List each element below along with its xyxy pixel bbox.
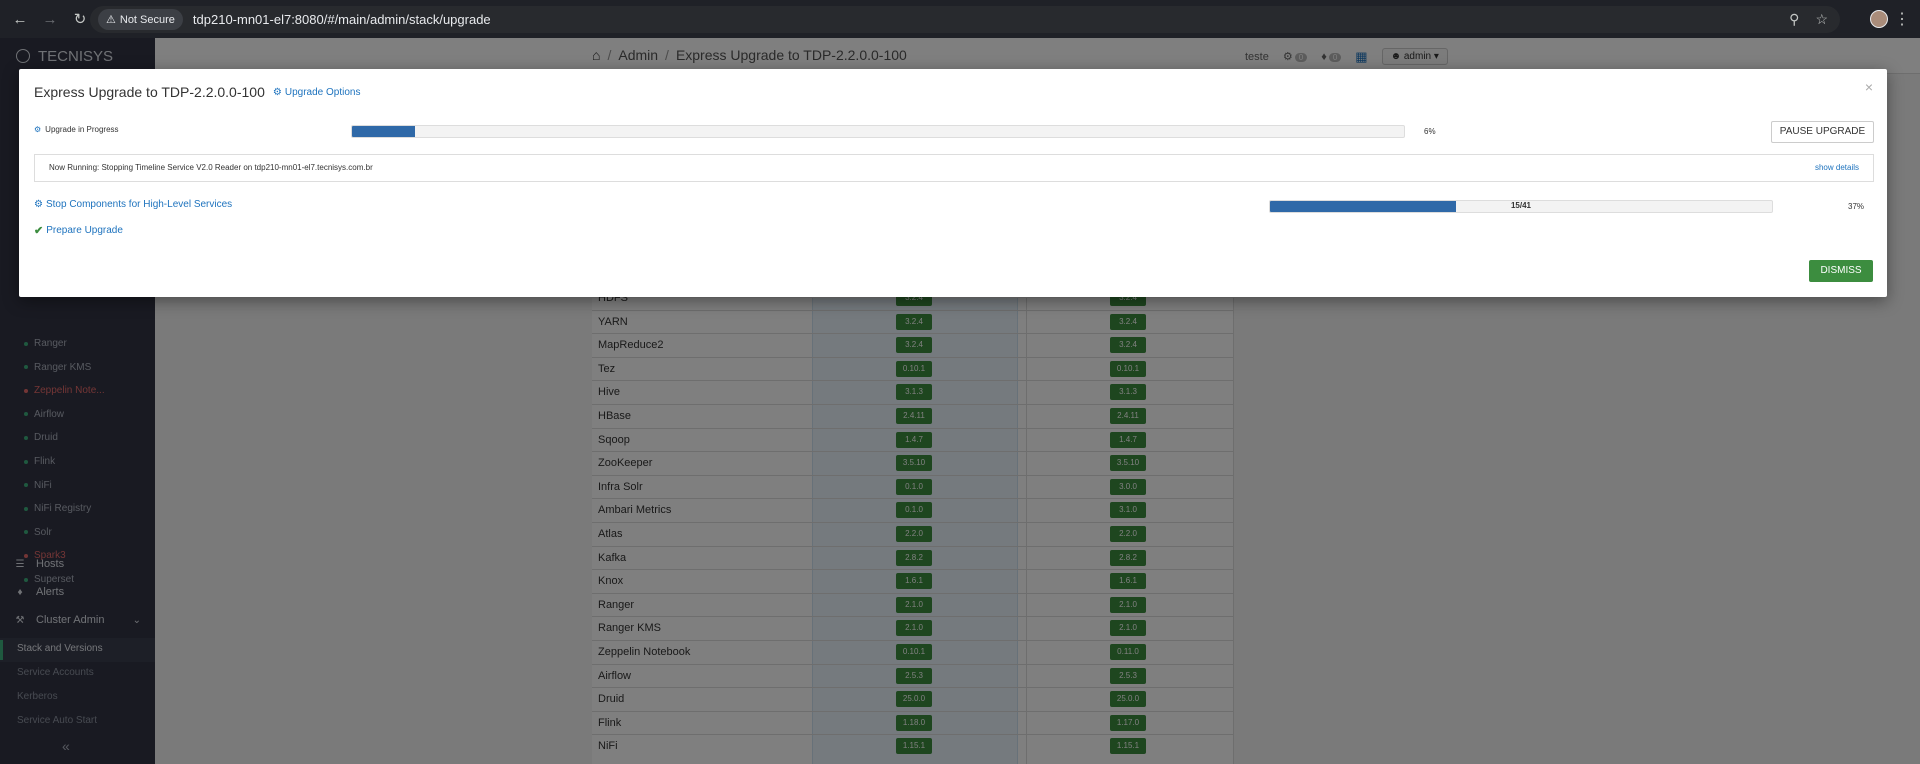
overall-progress-percent: 6% (1424, 127, 1436, 136)
browser-toolbar: ← → ↻ ⚠ Not Secure tdp210-mn01-el7:8080/… (0, 0, 1920, 38)
forward-icon[interactable]: → (40, 9, 60, 29)
now-running-box: Now Running: Stopping Timeline Service V… (34, 154, 1874, 182)
back-icon[interactable]: ← (10, 9, 30, 29)
upgrade-status: ⚙ Upgrade in Progress (34, 125, 119, 134)
upgrade-modal: Express Upgrade to TDP-2.2.0.0-100 ⚙ Upg… (19, 69, 1887, 297)
gears-icon: ⚙ (34, 199, 43, 210)
overall-progress-bar (351, 125, 1405, 138)
zoom-icon[interactable]: ⚲ (1789, 11, 1799, 28)
profile-avatar[interactable] (1870, 10, 1888, 28)
pause-upgrade-button[interactable]: PAUSE UPGRADE (1771, 121, 1874, 143)
warning-icon: ⚠ (106, 14, 116, 26)
url-text[interactable]: tdp210-mn01-el7:8080/#/main/admin/stack/… (193, 12, 491, 27)
upgrade-options-link[interactable]: ⚙ Upgrade Options (273, 87, 361, 98)
overall-progress-fill (352, 126, 416, 137)
reload-icon[interactable]: ↻ (70, 9, 90, 29)
completed-task-link[interactable]: ✔ Prepare Upgrade (34, 224, 123, 237)
gears-icon: ⚙ (272, 86, 282, 98)
security-chip[interactable]: ⚠ Not Secure (98, 9, 183, 30)
modal-title: Express Upgrade to TDP-2.2.0.0-100 ⚙ Upg… (34, 84, 361, 100)
address-bar[interactable]: ⚠ Not Secure tdp210-mn01-el7:8080/#/main… (90, 6, 1840, 33)
dismiss-button[interactable]: DISMISS (1809, 260, 1873, 282)
gears-icon: ⚙ (34, 125, 42, 134)
show-details-link[interactable]: show details (1815, 163, 1859, 172)
task-progress-count: 15/41 (1510, 201, 1532, 210)
close-icon[interactable]: × (1865, 79, 1873, 95)
task-progress-percent: 37% (1848, 202, 1865, 211)
checkmark-icon: ✔ (34, 225, 44, 237)
current-task-link[interactable]: ⚙ Stop Components for High-Level Service… (34, 199, 232, 210)
browser-menu-icon[interactable]: ⋮ (1894, 9, 1910, 29)
bookmark-star-icon[interactable]: ☆ (1815, 11, 1828, 28)
now-running-text: Now Running: Stopping Timeline Service V… (49, 163, 373, 172)
